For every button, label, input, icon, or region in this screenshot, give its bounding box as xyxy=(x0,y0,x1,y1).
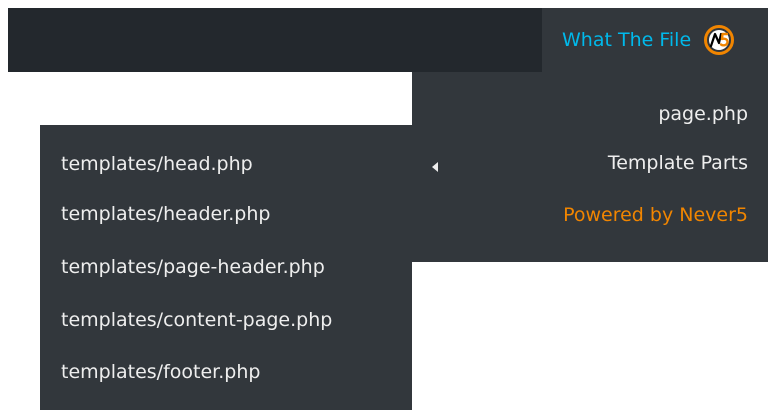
submenu-item-head[interactable]: templates/head.php xyxy=(61,153,253,175)
menu-item-page-php[interactable]: page.php xyxy=(658,103,748,125)
submenu-item-footer[interactable]: templates/footer.php xyxy=(61,361,260,383)
submenu-item-header[interactable]: templates/header.php xyxy=(61,203,270,225)
never5-logo-icon xyxy=(704,25,735,55)
screen: What The File page.php Template Parts Po… xyxy=(0,0,768,410)
template-parts-submenu: templates/head.php templates/header.php … xyxy=(40,125,412,410)
what-the-file-title[interactable]: What The File xyxy=(562,29,691,51)
left-arrow-icon xyxy=(432,162,438,172)
what-the-file-menu[interactable]: What The File xyxy=(542,8,768,72)
menu-item-template-parts[interactable]: Template Parts xyxy=(608,152,748,174)
submenu-item-page-header[interactable]: templates/page-header.php xyxy=(61,256,325,278)
menu-item-powered-by[interactable]: Powered by Never5 xyxy=(563,204,748,226)
submenu-item-content-page[interactable]: templates/content-page.php xyxy=(61,309,332,331)
what-the-file-dropdown: page.php Template Parts Powered by Never… xyxy=(412,72,768,262)
never5-logo-svg xyxy=(704,25,735,55)
